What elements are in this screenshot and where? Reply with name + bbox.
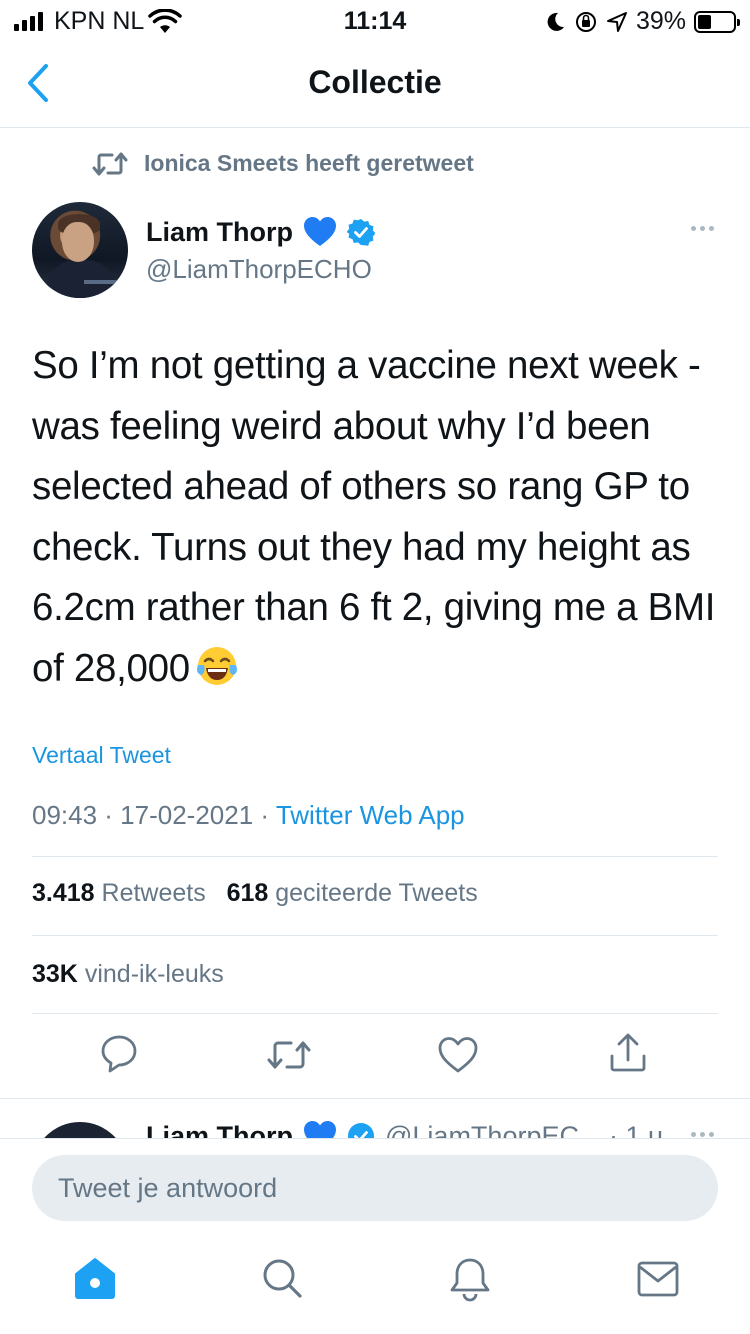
tweet-source-link[interactable]: Twitter Web App: [276, 800, 465, 830]
tweet-text: So I’m not getting a vaccine next week -…: [32, 336, 732, 699]
retweet-context[interactable]: Ionica Smeets heeft geretweet: [92, 150, 474, 177]
rotation-lock-icon: [575, 11, 596, 32]
retweet-icon: [92, 152, 128, 175]
reply-author[interactable]: Liam Thorp @LiamThorpEC... · 1 u: [146, 1120, 663, 1138]
search-icon[interactable]: [260, 1256, 304, 1300]
quotes-count: 618: [226, 879, 269, 907]
tweet-meta: 09:43 · 17-02-2021 · Twitter Web App: [32, 800, 465, 831]
retweets-label: Retweets: [101, 879, 206, 907]
like-icon[interactable]: [438, 1036, 478, 1074]
likes-stat[interactable]: 33K vind-ik-leuks: [32, 960, 224, 989]
divider: [32, 935, 718, 936]
translate-tweet-link[interactable]: Vertaal Tweet: [32, 742, 171, 769]
more-options-icon[interactable]: [691, 226, 714, 231]
more-options-icon[interactable]: [691, 1132, 714, 1137]
verified-badge-icon: [347, 219, 375, 246]
retweets-stat[interactable]: 3.418 Retweets: [32, 879, 206, 907]
quotes-stat[interactable]: 618 geciteerde Tweets: [227, 879, 478, 907]
retweets-count: 3.418: [32, 879, 95, 907]
divider: [32, 856, 718, 857]
status-bar: KPN NL 11:14 39%: [0, 0, 750, 40]
retweet-action-icon[interactable]: [266, 1038, 312, 1072]
likes-label: vind-ik-leuks: [84, 960, 224, 988]
page-title: Collectie: [308, 64, 442, 100]
divider: [32, 1013, 718, 1014]
blue-heart-icon: [304, 217, 336, 246]
reply-tweet-preview[interactable]: Liam Thorp @LiamThorpEC... · 1 u: [0, 1100, 750, 1138]
reply-icon[interactable]: [100, 1034, 138, 1074]
battery-icon: [694, 10, 740, 33]
likes-count: 33K: [32, 960, 78, 988]
author-name-label: Liam Thorp: [146, 216, 293, 247]
verified-badge-icon: [348, 1123, 374, 1138]
retweeted-by-label: Ionica Smeets heeft geretweet: [144, 150, 474, 176]
avatar[interactable]: [32, 202, 128, 298]
tab-bar: [0, 1256, 750, 1316]
reply-author-name: Liam Thorp: [146, 1120, 293, 1139]
notifications-bell-icon[interactable]: [448, 1256, 492, 1302]
reply-input[interactable]: Tweet je antwoord: [32, 1155, 718, 1221]
navigation-bar: Collectie: [0, 40, 750, 128]
reply-avatar[interactable]: [32, 1122, 128, 1138]
tears-of-joy-emoji-icon: [196, 646, 237, 685]
reply-placeholder: Tweet je antwoord: [58, 1172, 278, 1203]
moon-icon: [547, 12, 564, 31]
tweet-actions: [0, 1032, 750, 1078]
divider: [0, 1098, 750, 1099]
quotes-label: geciteerde Tweets: [275, 879, 478, 907]
messages-envelope-icon[interactable]: [636, 1260, 680, 1298]
author-name[interactable]: Liam Thorp: [146, 216, 375, 248]
author-handle[interactable]: @LiamThorpECHO: [146, 254, 372, 285]
battery-percent: 39%: [635, 7, 686, 35]
location-icon: [606, 11, 627, 32]
retweet-quote-stats: 3.418 Retweets 618 geciteerde Tweets: [32, 879, 478, 908]
tweet-timestamp: 09:43 · 17-02-2021 ·: [32, 800, 276, 830]
tweet-text-body: So I’m not getting a vaccine next week -…: [32, 344, 716, 690]
blue-heart-icon: [304, 1121, 336, 1138]
share-icon[interactable]: [608, 1032, 648, 1074]
home-icon[interactable]: [72, 1256, 118, 1300]
reply-handle-time: @LiamThorpEC... · 1 u: [385, 1120, 664, 1139]
